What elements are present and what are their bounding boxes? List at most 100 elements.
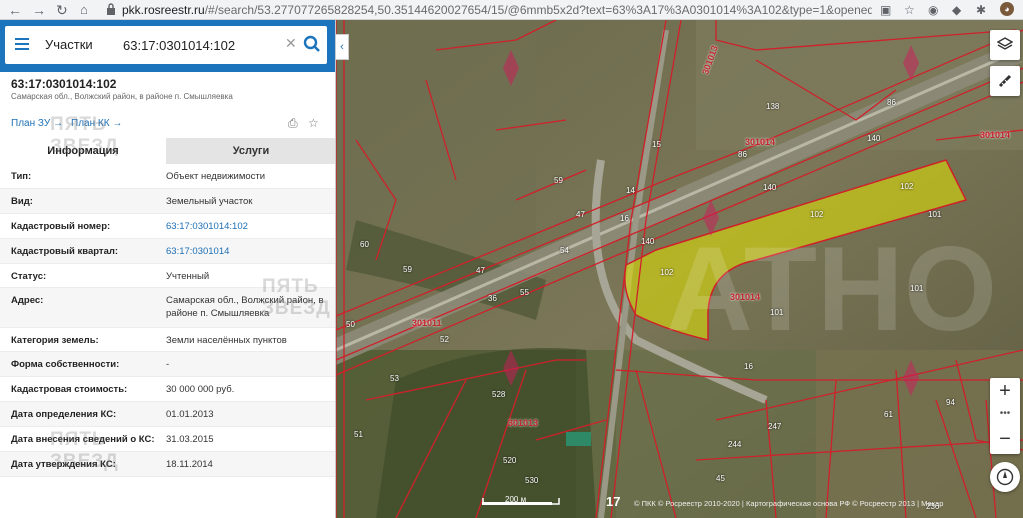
- row-value: 31.03.2015: [166, 434, 214, 445]
- tab-information[interactable]: Информация: [0, 138, 166, 164]
- tab-services[interactable]: Услуги: [166, 138, 335, 164]
- info-row: Статус: Учтенный: [0, 264, 335, 288]
- tabs: Информация Услуги: [0, 138, 335, 164]
- cadastral-quarter-link[interactable]: 63:17:0301014: [166, 245, 331, 258]
- plan-kk-link[interactable]: План КК →: [71, 118, 122, 129]
- reload-icon[interactable]: ↻: [56, 1, 68, 19]
- parcel-label: 86: [738, 150, 747, 159]
- parcel-label: 244: [728, 440, 742, 449]
- info-row: Категория земель: Земли населённых пункт…: [0, 328, 335, 352]
- menu-icon[interactable]: [15, 38, 29, 50]
- parcel-label: 247: [768, 422, 782, 431]
- row-label: Дата определения КС:: [11, 409, 117, 420]
- zoom-level: 17: [606, 494, 621, 509]
- parcel-label: 59: [403, 265, 412, 274]
- parcel-label: 16: [744, 362, 753, 371]
- zoom-dots: •••: [999, 408, 1011, 419]
- parcel-label: 530: [525, 476, 539, 485]
- puzzle-icon[interactable]: ✱: [976, 2, 986, 18]
- parcel-label: 94: [946, 398, 955, 407]
- map-attribution: © ПКК © Росреестр 2010-2020 | Картографи…: [634, 499, 944, 508]
- parcel-label: 59: [554, 176, 563, 185]
- quarter-label: 301011: [412, 318, 442, 328]
- zoom-control: + ••• −: [990, 378, 1020, 454]
- row-label: Кадастровый номер:: [11, 221, 111, 232]
- extension-icon[interactable]: ▣: [880, 2, 891, 18]
- forward-icon[interactable]: →: [32, 1, 46, 19]
- close-icon[interactable]: ✕: [285, 35, 297, 52]
- parcel-label: 520: [503, 456, 517, 465]
- parcel-label: 14: [626, 186, 635, 195]
- row-value: 01.01.2013: [166, 409, 214, 420]
- print-icon[interactable]: ⎙: [288, 116, 298, 131]
- browser-toolbar: ← → ↻ ⌂ pkk.rosreestr.ru/#/search/53.277…: [0, 0, 1023, 20]
- info-row: Дата утверждения КС: 18.11.2014: [0, 452, 335, 477]
- info-row: Кадастровый номер: 63:17:0301014:102: [0, 214, 335, 239]
- row-label: Адрес:: [11, 295, 44, 306]
- cadastral-number-link[interactable]: 63:17:0301014:102: [166, 220, 331, 233]
- row-value: 18.11.2014: [166, 459, 213, 470]
- parcel-label: 138: [766, 102, 780, 111]
- back-icon[interactable]: ←: [8, 1, 22, 19]
- row-label: Вид:: [11, 196, 33, 207]
- extension-icon[interactable]: ◉: [928, 2, 938, 18]
- row-label: Кадастровая стоимость:: [11, 384, 128, 395]
- layers-icon: [996, 37, 1014, 50]
- parcel-label: 86: [887, 98, 896, 107]
- parcel-label: 101: [910, 284, 924, 293]
- satellite-map[interactable]: ATHO: [336, 20, 1023, 518]
- locate-button[interactable]: [990, 462, 1020, 492]
- extension-icon[interactable]: ◆: [952, 2, 961, 18]
- parcel-label: 140: [641, 237, 655, 246]
- avatar[interactable]: ◕: [1000, 2, 1014, 16]
- row-label: Дата внесения сведений о КС:: [11, 434, 155, 445]
- address-bar[interactable]: pkk.rosreestr.ru/#/search/53.27707726582…: [122, 2, 872, 18]
- parcel-label: 101: [770, 308, 784, 317]
- parcel-label: 16: [620, 214, 629, 223]
- row-value: Земельный участок: [166, 196, 253, 207]
- star-icon[interactable]: ☆: [308, 116, 319, 130]
- plan-zu-link[interactable]: План ЗУ →: [11, 118, 63, 129]
- object-address: Самарская обл., Волжский район, в районе…: [11, 92, 233, 101]
- lock-icon[interactable]: [106, 3, 116, 15]
- quarter-label: 301014: [980, 130, 1011, 140]
- info-row: Форма собственности: -: [0, 352, 335, 377]
- parcel-label: 60: [360, 240, 369, 249]
- parcel-label: 102: [900, 182, 914, 191]
- measure-button[interactable]: [990, 66, 1020, 96]
- quarter-label: 301014: [745, 137, 776, 147]
- search-input[interactable]: [123, 34, 283, 56]
- parcel-label: 53: [390, 374, 399, 383]
- parcel-label: 47: [576, 210, 585, 219]
- info-panel: Участки ✕ 63:17:0301014:102 Самарская об…: [0, 20, 336, 518]
- parcel-label: 52: [440, 335, 449, 344]
- compass-icon: [996, 468, 1014, 486]
- map-view[interactable]: ATHO: [336, 20, 1023, 518]
- quarter-label: 301014: [730, 292, 761, 302]
- star-icon[interactable]: ☆: [904, 2, 915, 18]
- info-row: Адрес: Самарская обл., Волжский район, в…: [0, 288, 335, 328]
- collapse-panel-button[interactable]: ‹: [336, 34, 349, 60]
- layers-button[interactable]: [990, 30, 1020, 60]
- info-row: Тип: Объект недвижимости: [0, 164, 335, 189]
- scale-label: 200 м: [505, 495, 527, 504]
- parcel-label: 15: [652, 140, 661, 149]
- ruler-icon: [998, 74, 1012, 88]
- parcel-label: 102: [660, 268, 674, 277]
- row-value: -: [166, 359, 170, 370]
- parcel-label: 50: [346, 320, 355, 329]
- object-title: 63:17:0301014:102: [11, 77, 117, 91]
- info-row: Дата определения КС: 01.01.2013: [0, 402, 335, 427]
- row-value: Самарская обл., Волжский район, в районе…: [166, 295, 324, 319]
- search-icon[interactable]: [303, 35, 321, 53]
- row-label: Форма собственности:: [11, 359, 120, 370]
- search-category[interactable]: Участки: [45, 37, 93, 52]
- row-label: Статус:: [11, 271, 47, 282]
- zoom-out-button[interactable]: −: [990, 426, 1020, 452]
- row-value: 30 000 000 руб.: [166, 384, 235, 395]
- zoom-in-button[interactable]: +: [990, 378, 1020, 404]
- parcel-label: 140: [867, 134, 881, 143]
- row-label: Дата утверждения КС:: [11, 459, 116, 470]
- parcel-label: 61: [884, 410, 893, 419]
- home-icon[interactable]: ⌂: [80, 1, 88, 19]
